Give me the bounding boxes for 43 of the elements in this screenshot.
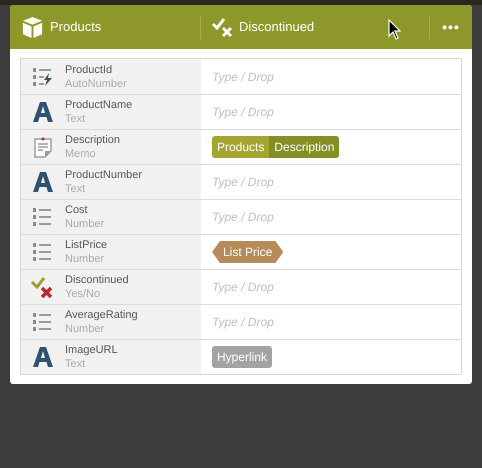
numbered-list-icon [32, 311, 54, 333]
more-button[interactable]: ••• [430, 5, 472, 49]
field-type: Number [65, 252, 106, 266]
letter-a-icon [32, 101, 54, 123]
field-type: Yes/No [65, 287, 102, 301]
type-token[interactable]: Hyperlink [212, 346, 272, 368]
field-name: Description [65, 133, 120, 147]
letter-a-icon [32, 346, 54, 368]
value-field[interactable]: Type / Drop [212, 278, 442, 296]
numbered-lightning-icon [32, 66, 54, 88]
field-type: Number [65, 322, 106, 336]
cube-icon [21, 16, 44, 38]
check-cross-icon [211, 15, 235, 39]
field-name: ImageURL [65, 343, 118, 357]
numbered-list-icon [32, 206, 54, 228]
field-token[interactable]: Description [269, 136, 340, 158]
field-type: Number [65, 217, 104, 231]
filter-button[interactable]: Discontinued [201, 5, 429, 49]
field-type: Text [65, 112, 86, 126]
field-token[interactable]: List Price [212, 241, 284, 263]
field-type: Text [65, 182, 86, 196]
field-name: ListPrice [65, 238, 108, 252]
value-field[interactable]: Type / Drop [212, 173, 442, 191]
numbered-list-icon [32, 241, 54, 263]
field-name: ProductId [65, 62, 114, 76]
field-name: ProductNumber [65, 168, 142, 182]
field-name: ProductName [65, 98, 132, 112]
value-field[interactable]: Type / Drop [212, 208, 442, 226]
field-type: AutoNumber [65, 76, 127, 90]
note-icon [33, 136, 53, 158]
table-token[interactable]: Products [212, 136, 270, 158]
value-field[interactable]: Type / Drop [212, 68, 442, 86]
field-name: Cost [65, 203, 89, 217]
field-name: Discontinued [65, 273, 129, 287]
value-field[interactable]: Type / Drop [212, 313, 442, 331]
field-name: AverageRating [65, 308, 138, 322]
field-type: Memo [65, 147, 97, 161]
letter-a-icon [32, 171, 54, 193]
cursor-icon [388, 19, 401, 40]
value-field[interactable]: Type / Drop [212, 103, 442, 121]
check-cross-icon [31, 275, 55, 299]
table-title: Products [50, 18, 102, 36]
field-type: Text [65, 357, 86, 371]
